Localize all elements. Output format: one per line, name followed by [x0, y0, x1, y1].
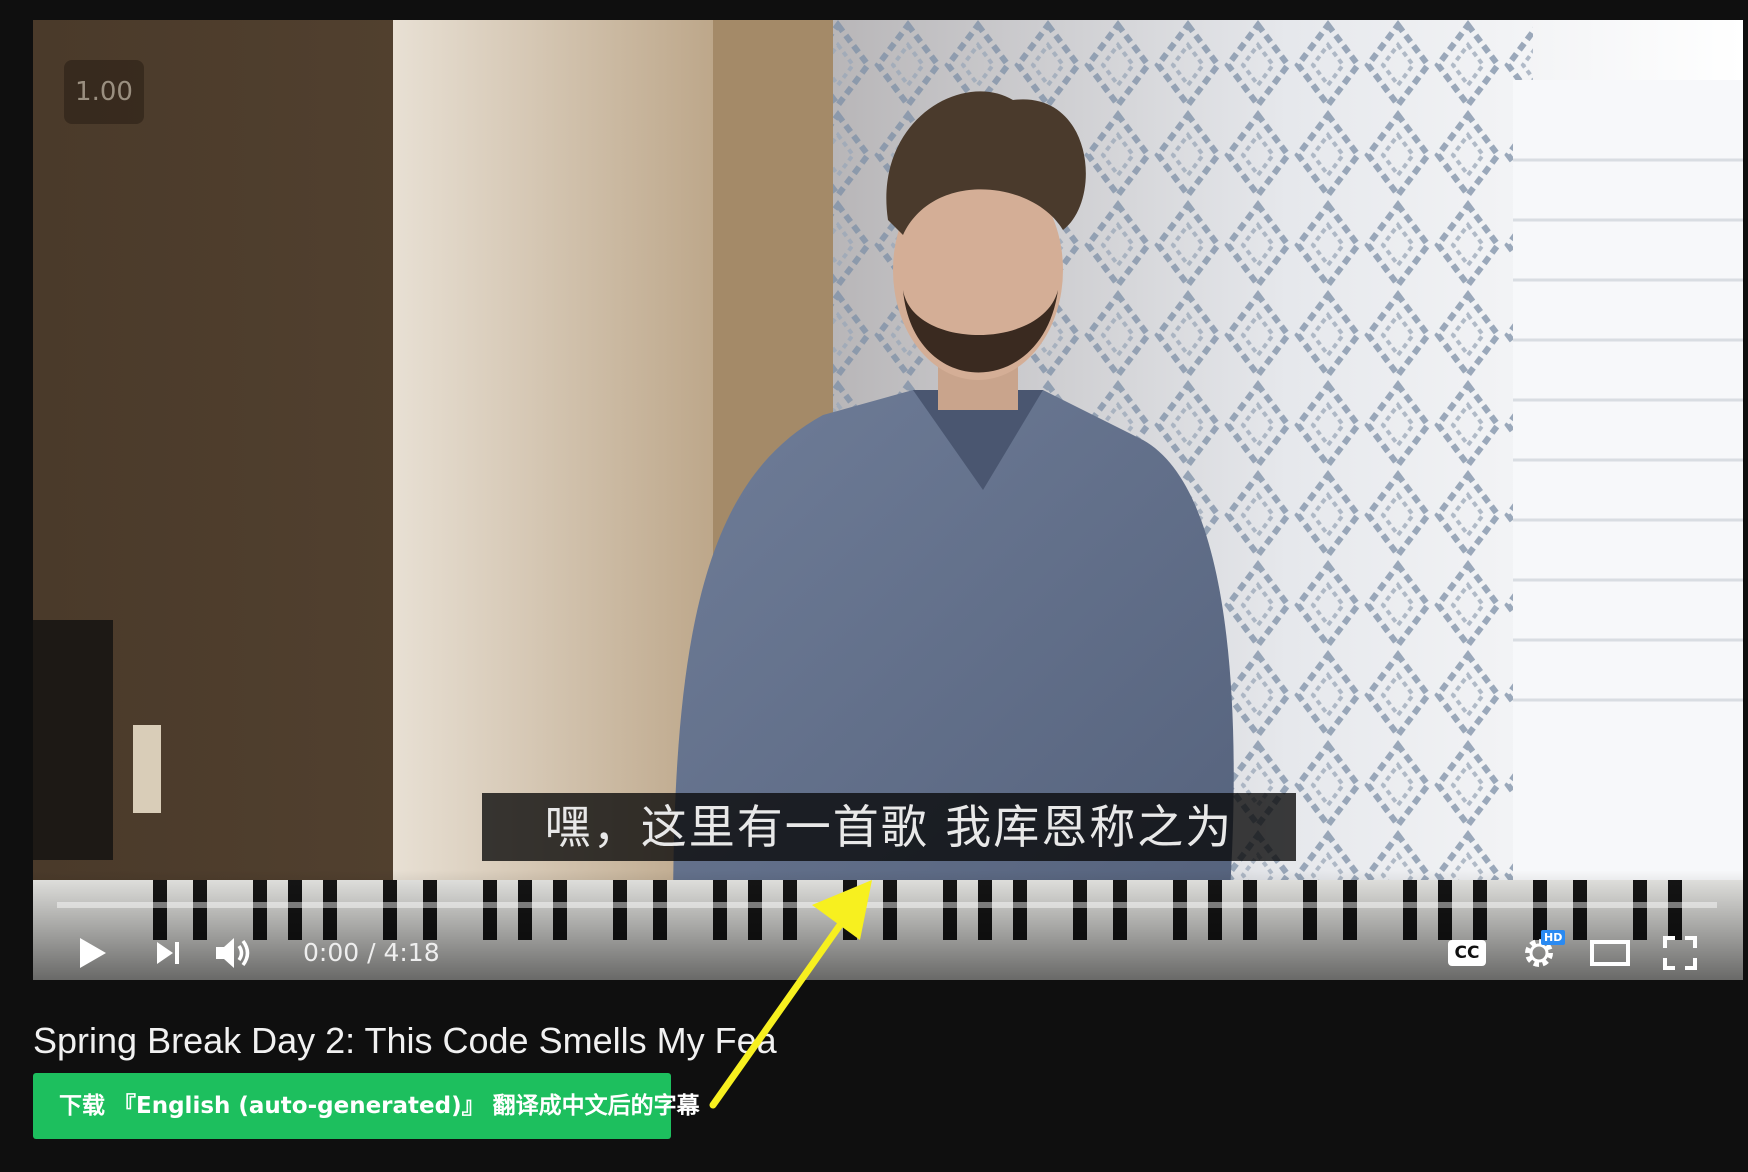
video-player[interactable]: 1.00 嘿，这里有一首歌 我库恩称之为 0:00 / 4:18 CC HD: [33, 20, 1743, 980]
play-icon: [80, 938, 106, 968]
volume-button[interactable]: [209, 928, 259, 978]
cc-icon: CC: [1448, 940, 1486, 966]
volume-icon: [216, 938, 250, 968]
next-button[interactable]: [148, 928, 188, 978]
theater-mode-icon: [1590, 940, 1630, 966]
download-subtitle-button[interactable]: 下载 『English (auto-generated)』 翻译成中文后的字幕: [33, 1073, 700, 1139]
playback-speed-badge: 1.00: [64, 60, 144, 124]
hd-badge: HD: [1541, 930, 1566, 945]
time-display: 0:00 / 4:18: [303, 938, 440, 967]
subtitle-caption: 嘿，这里有一首歌 我库恩称之为: [482, 793, 1296, 861]
video-title: Spring Break Day 2: This Code Smells My …: [33, 1020, 777, 1061]
skip-next-icon: [157, 942, 179, 964]
progress-bar[interactable]: [57, 902, 1717, 908]
theater-mode-button[interactable]: [1585, 928, 1635, 978]
fullscreen-button[interactable]: [1658, 928, 1702, 978]
settings-button[interactable]: HD: [1513, 928, 1566, 978]
play-button[interactable]: [73, 928, 113, 978]
captions-button[interactable]: CC: [1443, 928, 1491, 978]
fullscreen-icon: [1663, 936, 1697, 970]
